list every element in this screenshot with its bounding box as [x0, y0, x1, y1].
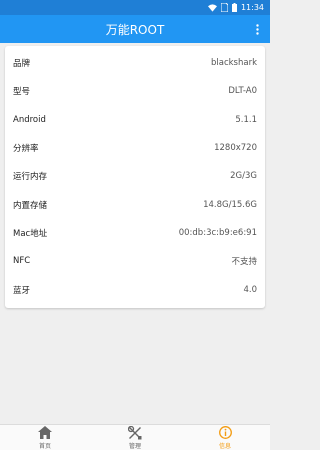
info-label: 型号 — [13, 87, 31, 98]
info-row-nfc: NFC 不支持 — [5, 247, 265, 275]
tools-icon — [128, 425, 142, 440]
info-value: 4.0 — [243, 284, 257, 295]
wifi-icon — [207, 3, 217, 12]
nav-manage[interactable]: 管理 — [90, 425, 180, 450]
status-time: 11:34 — [240, 3, 264, 12]
home-icon — [38, 426, 52, 440]
info-value: DLT-A0 — [228, 86, 257, 97]
info-label: NFC — [13, 256, 31, 267]
info-row-resolution: 分辨率 1280x720 — [5, 134, 265, 162]
info-icon — [218, 426, 232, 440]
bottom-navigation: 首页 管理 信息 — [0, 424, 270, 450]
info-label: 内置存储 — [13, 200, 48, 211]
info-value: 00:db:3c:b9:e6:91 — [178, 227, 257, 238]
app-bar: 万能ROOT — [0, 15, 270, 43]
info-row-mac: Mac地址 00:db:3c:b9:e6:91 — [5, 219, 265, 247]
nav-label: 信息 — [218, 442, 231, 450]
info-label: 蓝牙 — [13, 285, 31, 296]
nav-info[interactable]: 信息 — [180, 425, 270, 450]
nav-label: 首页 — [38, 442, 51, 450]
battery-icon — [231, 3, 237, 12]
nav-home[interactable]: 首页 — [0, 425, 90, 450]
info-label: 运行内存 — [13, 172, 48, 183]
info-label: Mac地址 — [13, 228, 48, 239]
info-value: 5.1.1 — [235, 114, 257, 125]
info-label: Android — [13, 114, 46, 125]
info-value: 14.8G/15.6G — [203, 199, 257, 210]
info-row-ram: 运行内存 2G/3G — [5, 162, 265, 190]
info-row-model: 型号 DLT-A0 — [5, 77, 265, 105]
info-row-brand: 品牌 blackshark — [5, 49, 265, 77]
info-value: blackshark — [210, 58, 257, 69]
app-title: 万能ROOT — [105, 22, 165, 37]
sim-icon — [220, 3, 228, 12]
more-options-icon[interactable] — [250, 15, 264, 43]
info-row-android: Android 5.1.1 — [5, 106, 265, 134]
info-value: 1280x720 — [214, 143, 257, 154]
info-label: 品牌 — [13, 59, 31, 70]
info-value: 2G/3G — [230, 171, 257, 182]
info-label: 分辨率 — [13, 144, 39, 155]
info-row-storage: 内置存储 14.8G/15.6G — [5, 190, 265, 218]
status-bar: 11:34 — [0, 0, 270, 15]
nav-label: 管理 — [128, 442, 141, 450]
device-info-card: 品牌 blackshark 型号 DLT-A0 Android 5.1.1 分辨… — [5, 46, 265, 308]
info-value: 不支持 — [231, 257, 257, 268]
info-row-bluetooth: 蓝牙 4.0 — [5, 275, 265, 303]
